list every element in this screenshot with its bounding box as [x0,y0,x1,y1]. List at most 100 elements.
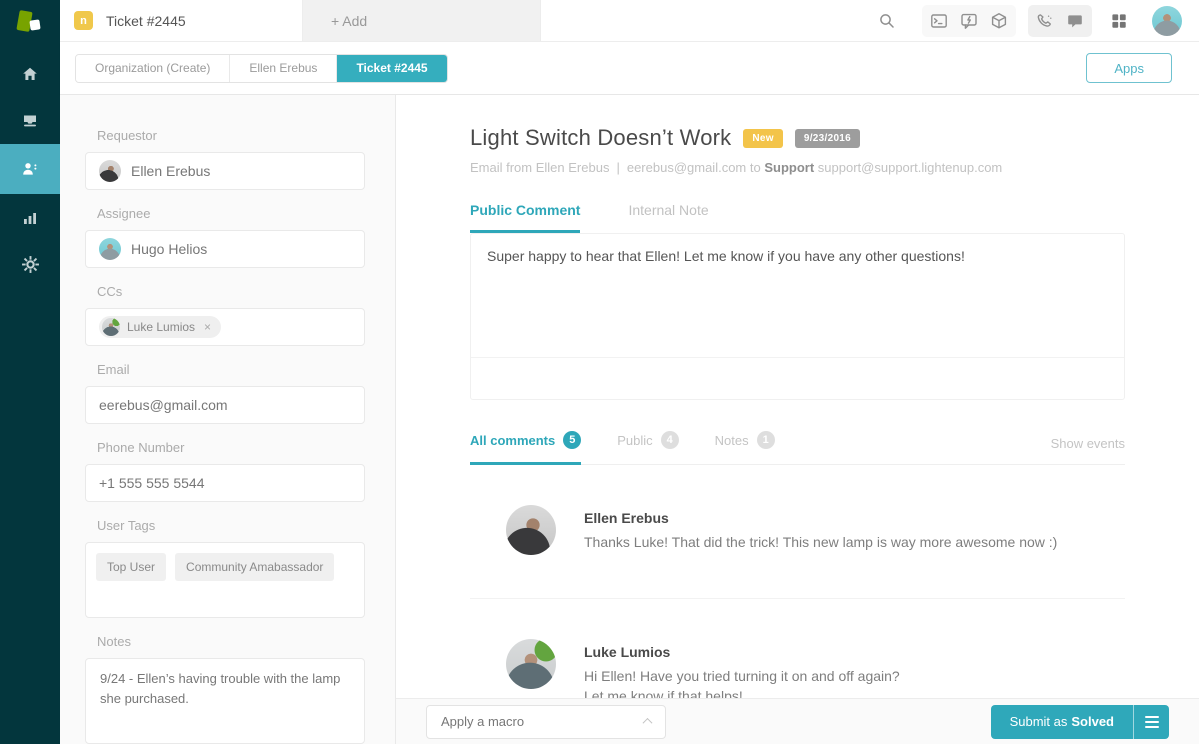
macro-select[interactable]: Apply a macro [426,705,666,739]
assignee-label: Assignee [97,206,365,221]
ccs-field[interactable]: Luke Lumios × [85,308,365,346]
notes-value: 9/24 - Ellen’s having trouble with the l… [100,669,350,709]
ticket-footer: Apply a macro Submit as Solved [396,698,1199,744]
nav-customers-button[interactable] [0,144,60,194]
phone-field[interactable]: +1 555 555 5544 [85,464,365,502]
meta-separator: | [616,160,619,175]
chat-icon [1066,12,1084,30]
breadcrumb-user[interactable]: Ellen Erebus [230,55,337,82]
breadcrumb-ticket[interactable]: Ticket #2445 [337,55,446,82]
bolt-bubble-icon [960,12,978,30]
notes-count-badge: 1 [757,431,775,449]
meta-support-address: support@support.lightenup.com [818,160,1002,175]
chat-button[interactable] [1060,6,1090,36]
add-tab-label: + Add [331,13,367,29]
comment-author: Ellen Erebus [584,510,1057,526]
ticket-meta: Email from Ellen Erebus | eerebus@gmail.co… [470,160,1125,175]
content-column: n Ticket #2445 + Add [60,0,1199,744]
meta-from: Email from Ellen Erebus [470,160,609,175]
tools-icon-group [922,5,1016,37]
tab-notes-label: Notes [715,433,749,448]
ticket-favicon: n [74,11,93,30]
comment-avatar-wrap [470,639,556,698]
settings-icon [21,255,40,274]
ccs-label: CCs [97,284,365,299]
macro-placeholder: Apply a macro [441,714,524,729]
console-button[interactable] [924,6,954,36]
submit-as-solved-button[interactable]: Submit as Solved [991,705,1133,739]
assignee-field[interactable]: Hugo Helios [85,230,365,268]
tab-public-comments[interactable]: Public 4 [617,431,678,465]
luke-avatar-large [506,639,556,689]
nav-rail [0,0,60,744]
comment-textarea[interactable]: Super happy to hear that Ellen! Let me k… [471,234,1124,357]
requestor-field[interactable]: Ellen Erebus [85,152,365,190]
customers-icon [21,160,39,178]
user-detail-panel: Requestor Ellen Erebus Assignee Hugo Hel… [60,95,396,744]
remove-cc-button[interactable]: × [202,320,211,334]
comment-editor: Super happy to hear that Ellen! Let me k… [470,233,1125,400]
cc-chip: Luke Lumios × [99,316,221,338]
luke-avatar [102,318,120,336]
home-icon [21,65,39,83]
app-window: n Ticket #2445 + Add [0,0,1199,744]
comment-body: Luke Lumios Hi Ellen! Have you tried tur… [584,639,900,698]
menu-icon-bar [1145,726,1159,728]
user-tags-field[interactable]: Top User Community Amabassador [85,542,365,618]
tab-all-comments[interactable]: All comments 5 [470,431,581,465]
zendesk-logo [0,0,60,50]
tab-public-comment[interactable]: Public Comment [470,202,580,233]
breadcrumb-organization[interactable]: Organization (Create) [76,55,230,82]
requestor-value: Ellen Erebus [131,163,210,179]
show-events-link[interactable]: Show events [1051,436,1125,464]
views-icon [21,112,39,130]
search-button[interactable] [872,6,902,36]
bolt-bubble-button[interactable] [954,6,984,36]
breadcrumb-bar: Organization (Create) Ellen Erebus Ticke… [60,42,1199,95]
ellen-avatar-large [506,505,556,555]
console-icon [930,12,948,30]
phone-value: +1 555 555 5544 [99,475,205,491]
ellen-avatar [99,160,121,182]
nav-home-button[interactable] [0,50,60,97]
apps-button[interactable]: Apps [1086,53,1172,83]
meta-support: Support [764,160,814,175]
body-row: Requestor Ellen Erebus Assignee Hugo Hel… [60,95,1199,744]
ticket-tab[interactable]: n Ticket #2445 [60,0,303,41]
requestor-label: Requestor [97,128,365,143]
meta-address: eerebus@gmail.com to [627,160,761,175]
comment-body: Ellen Erebus Thanks Luke! That did the t… [584,505,1057,560]
menu-icon-bar [1145,721,1159,723]
add-tab-button[interactable]: + Add [303,0,541,41]
editor-tabs: Public Comment Internal Note [470,202,1125,233]
chevron-up-icon [643,718,653,728]
comment-avatar-wrap [470,505,556,560]
submit-options-button[interactable] [1133,705,1169,739]
apps-grid-button[interactable] [1104,6,1134,36]
hugo-avatar [99,238,121,260]
nav-reports-button[interactable] [0,194,60,241]
title-row: Light Switch Doesn’t Work New 9/23/2016 [470,125,1125,151]
nav-views-button[interactable] [0,97,60,144]
editor-attachment-area[interactable] [471,357,1124,399]
phone-button[interactable] [1030,6,1060,36]
all-comments-count-badge: 5 [563,431,581,449]
nav-settings-button[interactable] [0,241,60,288]
submit-prefix: Submit as [1010,714,1068,729]
breadcrumb: Organization (Create) Ellen Erebus Ticke… [75,54,448,83]
top-bar: n Ticket #2445 + Add [60,0,1199,42]
tab-internal-note[interactable]: Internal Note [628,202,708,233]
ticket-tab-label: Ticket #2445 [106,13,186,29]
submit-status: Solved [1071,714,1114,729]
tab-note-comments[interactable]: Notes 1 [715,431,775,465]
email-value: eerebus@gmail.com [99,397,228,413]
package-button[interactable] [984,6,1014,36]
phone-icon [1036,12,1054,30]
date-badge: 9/23/2016 [795,129,860,148]
email-field[interactable]: eerebus@gmail.com [85,386,365,424]
ticket-content: Light Switch Doesn’t Work New 9/23/2016 … [396,95,1199,698]
reports-icon [21,209,39,227]
comment-text: Thanks Luke! That did the trick! This ne… [584,532,1057,552]
notes-field[interactable]: 9/24 - Ellen’s having trouble with the l… [85,658,365,744]
user-avatar-button[interactable] [1152,6,1182,36]
